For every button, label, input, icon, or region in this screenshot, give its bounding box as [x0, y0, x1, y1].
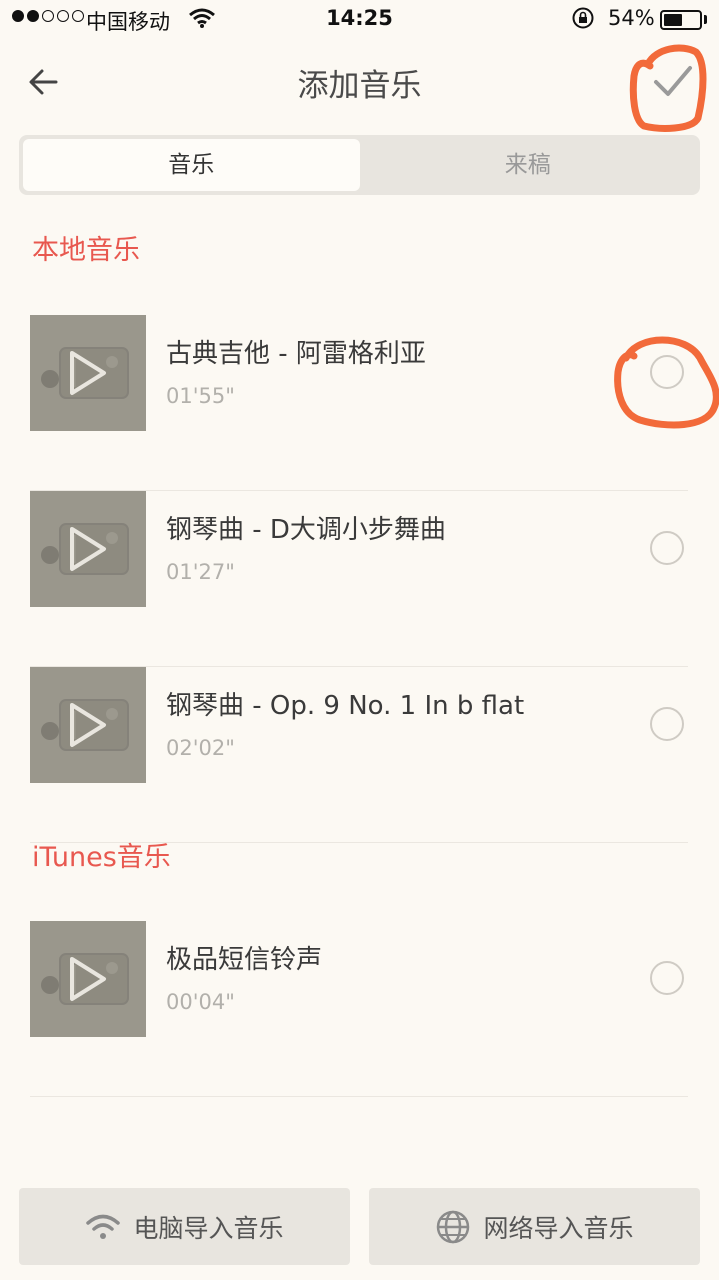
battery-percent: 54%	[608, 6, 655, 30]
music-thumbnail	[30, 315, 146, 431]
wifi-icon	[86, 1214, 121, 1239]
page-title: 添加音乐	[297, 68, 422, 104]
music-thumbnail	[30, 667, 146, 783]
list-item[interactable]: 钢琴曲 - D大调小步舞曲 01'27"	[30, 491, 688, 667]
section-header-itunes-music: iTunes音乐	[32, 842, 171, 873]
section-header-local-music: 本地音乐	[32, 235, 140, 266]
status-bar: 中国移动 14:25 54%	[0, 0, 719, 40]
track-title: 古典吉他 - 阿雷格利亚	[166, 339, 426, 369]
tab-music[interactable]: 音乐	[23, 139, 360, 191]
list-item[interactable]: 钢琴曲 - Op. 9 No. 1 In b flat 02'02"	[30, 667, 688, 843]
select-radio[interactable]	[650, 531, 684, 565]
select-radio[interactable]	[650, 961, 684, 995]
import-from-web-button[interactable]: 网络导入音乐	[369, 1188, 700, 1265]
track-duration: 00'04"	[166, 990, 235, 1014]
track-title: 钢琴曲 - Op. 9 No. 1 In b flat	[166, 691, 525, 721]
battery-icon	[660, 10, 702, 30]
import-from-computer-label: 电脑导入音乐	[133, 1213, 284, 1243]
confirm-button[interactable]	[632, 44, 710, 130]
track-title: 钢琴曲 - D大调小步舞曲	[166, 515, 446, 545]
track-title: 极品短信铃声	[166, 945, 323, 975]
music-thumbnail	[30, 921, 146, 1037]
list-item[interactable]: 极品短信铃声 00'04"	[30, 921, 688, 1097]
checkmark-icon	[654, 66, 692, 96]
track-duration: 02'02"	[166, 736, 235, 760]
tab-submissions[interactable]: 来稿	[360, 139, 697, 191]
track-duration: 01'27"	[166, 560, 235, 584]
music-thumbnail	[30, 491, 146, 607]
globe-icon	[437, 1210, 470, 1243]
import-from-computer-button[interactable]: 电脑导入音乐	[19, 1188, 350, 1265]
select-radio[interactable]	[650, 707, 684, 741]
nav-bar: 添加音乐	[0, 40, 719, 125]
import-from-web-label: 网络导入音乐	[483, 1213, 634, 1243]
rotation-lock-icon	[571, 6, 595, 35]
segmented-control: 音乐 来稿	[19, 135, 700, 195]
select-radio[interactable]	[650, 355, 684, 389]
track-duration: 01'55"	[166, 384, 235, 408]
list-item[interactable]: 古典吉他 - 阿雷格利亚 01'55"	[30, 315, 688, 491]
battery-tip	[704, 15, 707, 24]
